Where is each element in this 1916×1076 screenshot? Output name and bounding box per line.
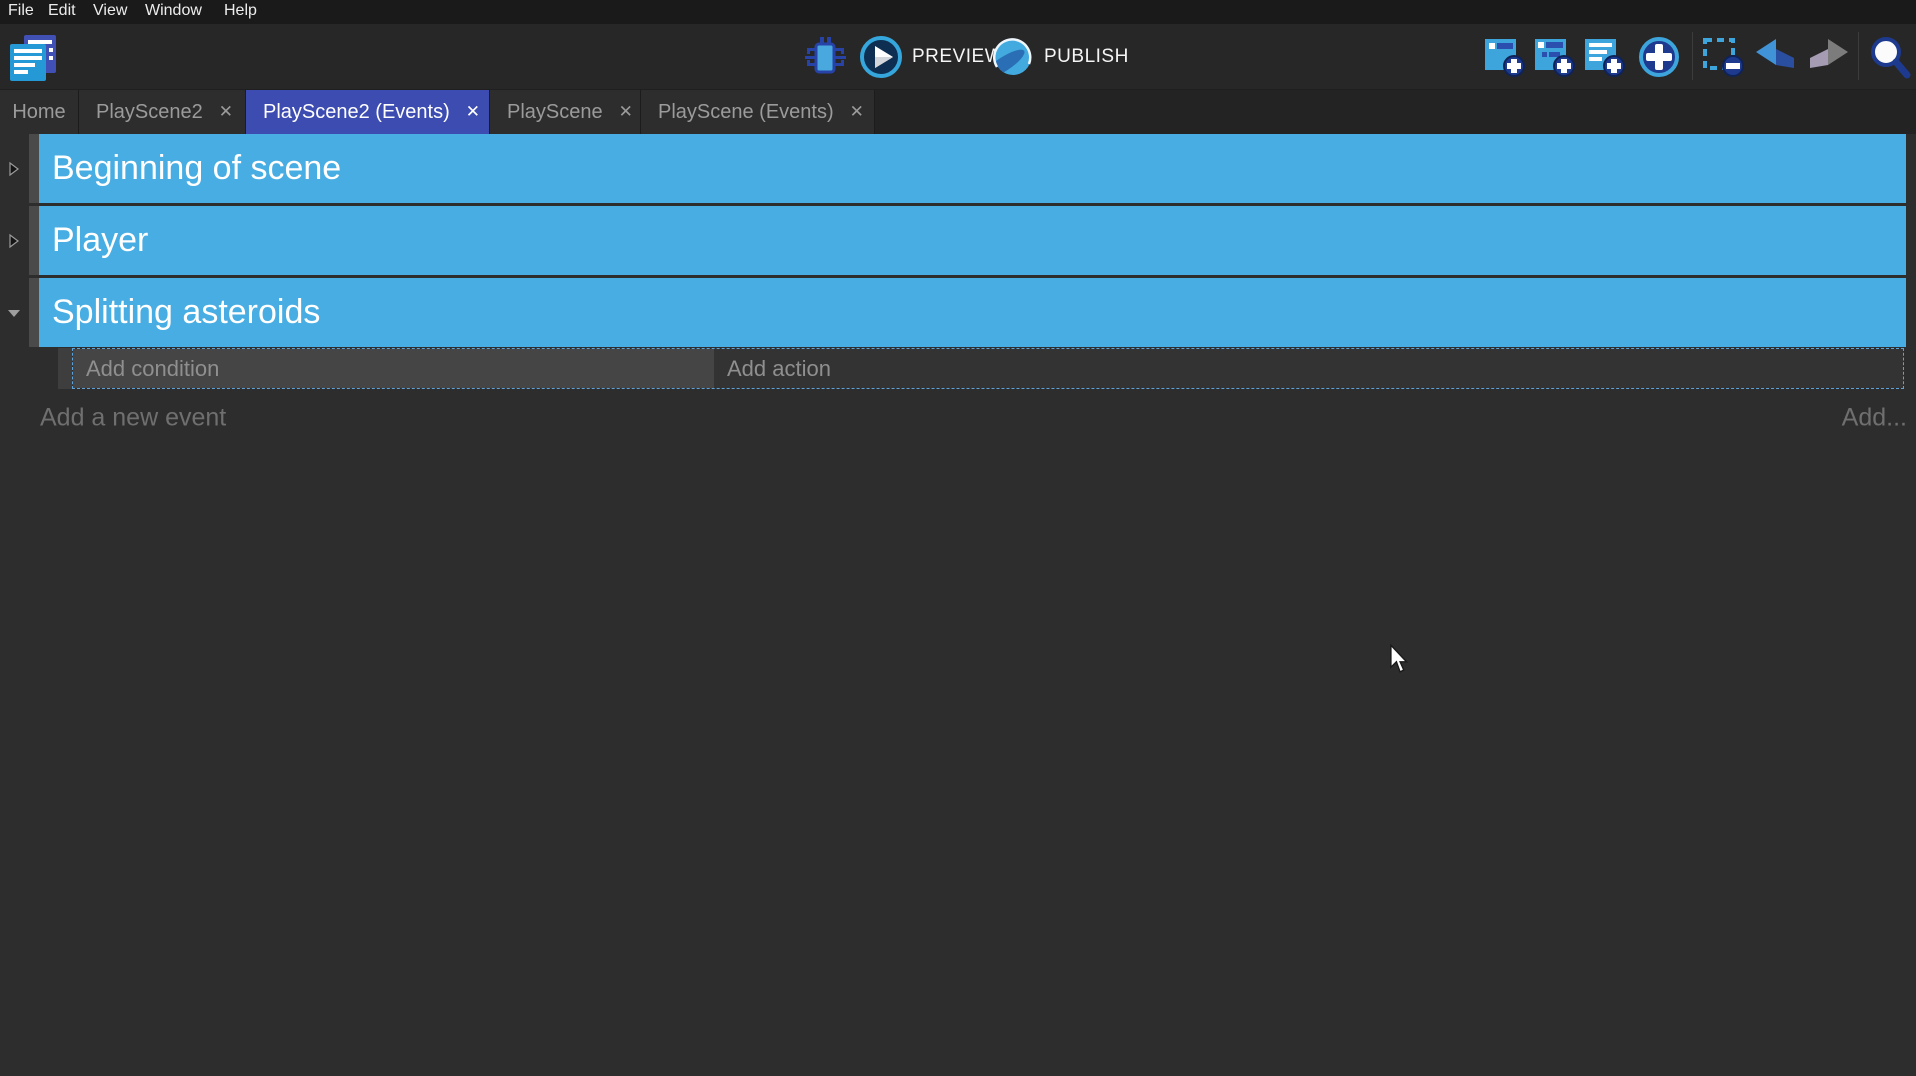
- menu-bar: File Edit View Window Help: [0, 0, 1916, 24]
- tab-close-icon[interactable]: ✕: [466, 102, 480, 122]
- add-condition-button[interactable]: Add condition: [73, 349, 714, 388]
- group-drag-handle[interactable]: [29, 206, 39, 275]
- expand-collapsed-icon[interactable]: [5, 160, 23, 178]
- project-manager-button[interactable]: [8, 34, 58, 82]
- project-manager-icon: [8, 34, 58, 82]
- event-group-bar[interactable]: Beginning of scene: [39, 134, 1906, 203]
- empty-event-row: Add condition Add action: [0, 348, 1916, 389]
- add-event-button[interactable]: [1484, 36, 1526, 78]
- tab-label: PlayScene: [507, 101, 603, 124]
- redo-icon: [1806, 38, 1850, 76]
- tab-bar: Home PlayScene2 ✕ PlayScene2 (Events) ✕ …: [0, 90, 1916, 134]
- preview-button[interactable]: PREVIEW: [858, 34, 1003, 80]
- add-condition-label: Add condition: [86, 356, 219, 382]
- event-group-title: Beginning of scene: [52, 149, 341, 188]
- search-button[interactable]: [1868, 34, 1912, 80]
- expand-collapsed-icon[interactable]: [5, 232, 23, 250]
- event-group-row: Splitting asteroids: [0, 278, 1916, 347]
- event-group-row: Beginning of scene: [0, 134, 1916, 203]
- add-event-icon: [1484, 36, 1526, 78]
- add-new-event-button[interactable]: Add a new event: [40, 404, 226, 433]
- debugger-button[interactable]: [803, 36, 847, 78]
- debugger-bug-icon: [803, 36, 847, 78]
- tab-close-icon[interactable]: ✕: [619, 102, 633, 122]
- tab-label: Home: [12, 101, 65, 124]
- search-icon: [1868, 34, 1912, 80]
- menu-file[interactable]: File: [8, 2, 34, 20]
- add-more-button[interactable]: Add...: [1842, 404, 1907, 433]
- publish-label: PUBLISH: [1044, 46, 1129, 68]
- menu-edit[interactable]: Edit: [48, 2, 76, 20]
- main-toolbar: PREVIEW PUBLISH: [0, 24, 1916, 90]
- tab-playscene2[interactable]: PlayScene2 ✕: [79, 90, 246, 134]
- event-group-title: Splitting asteroids: [52, 293, 320, 332]
- group-drag-handle[interactable]: [29, 134, 39, 203]
- remove-selection-icon: [1702, 36, 1746, 78]
- play-circle-icon: [858, 34, 904, 80]
- tab-close-icon[interactable]: ✕: [219, 102, 233, 122]
- add-event-footer: Add a new event Add...: [0, 394, 1916, 442]
- event-group-bar[interactable]: Splitting asteroids: [39, 278, 1906, 347]
- toolbar-separator: [1858, 32, 1859, 80]
- event-group-title: Player: [52, 221, 148, 260]
- undo-icon: [1754, 38, 1798, 76]
- empty-event: Add condition Add action: [72, 348, 1904, 389]
- add-other-event-button[interactable]: [1636, 34, 1682, 80]
- add-action-button[interactable]: Add action: [714, 349, 1903, 388]
- add-subevent-icon: [1534, 36, 1576, 78]
- event-group-row: Player: [0, 206, 1916, 275]
- menu-window[interactable]: Window: [145, 2, 202, 20]
- tab-label: PlayScene2: [96, 101, 203, 124]
- add-circle-icon: [1636, 34, 1682, 80]
- expand-expanded-icon[interactable]: [5, 304, 23, 322]
- tab-playscene2-events[interactable]: PlayScene2 (Events) ✕: [246, 90, 490, 134]
- events-sheet: Beginning of scene Player Splitting aste…: [0, 134, 1916, 1076]
- add-subevent-button[interactable]: [1534, 36, 1576, 78]
- group-drag-handle[interactable]: [29, 278, 39, 347]
- undo-button[interactable]: [1754, 38, 1798, 76]
- redo-button[interactable]: [1806, 38, 1850, 76]
- toolbar-separator: [1692, 32, 1693, 80]
- tab-playscene[interactable]: PlayScene ✕: [490, 90, 641, 134]
- publish-button[interactable]: PUBLISH: [990, 34, 1129, 80]
- event-group-bar[interactable]: Player: [39, 206, 1906, 275]
- remove-selection-button[interactable]: [1702, 36, 1746, 78]
- event-indent-strip: [58, 348, 72, 389]
- tab-label: PlayScene (Events): [658, 101, 834, 124]
- menu-view[interactable]: View: [93, 2, 127, 20]
- tab-label: PlayScene2 (Events): [263, 101, 450, 124]
- add-action-label: Add action: [727, 356, 831, 382]
- tab-playscene-events[interactable]: PlayScene (Events) ✕: [641, 90, 875, 134]
- menu-help[interactable]: Help: [224, 2, 257, 20]
- add-comment-icon: [1584, 36, 1626, 78]
- tab-home[interactable]: Home: [0, 90, 79, 134]
- publish-globe-icon: [990, 34, 1036, 80]
- add-comment-button[interactable]: [1584, 36, 1626, 78]
- tab-close-icon[interactable]: ✕: [850, 102, 864, 122]
